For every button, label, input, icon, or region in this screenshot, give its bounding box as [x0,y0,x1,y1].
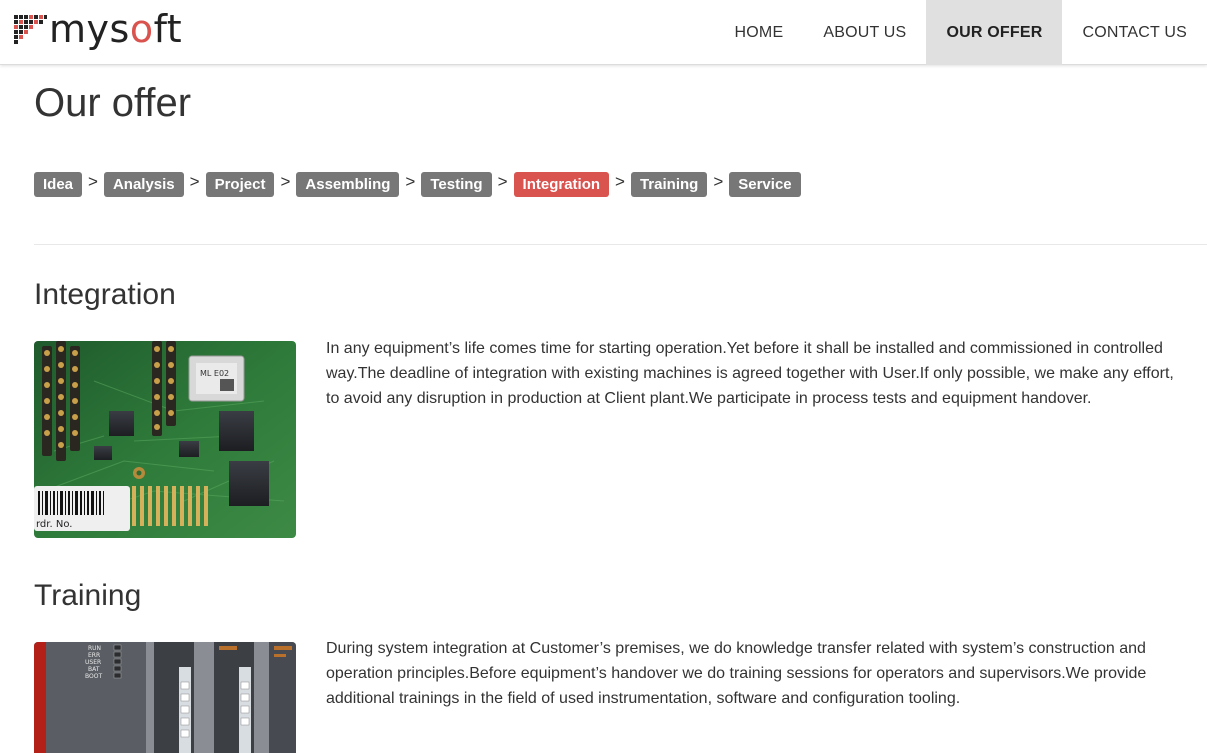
navbar: mysoft HOME ABOUT US OUR OFFER CONTACT U… [0,0,1207,65]
led-label-err: ERR [88,652,100,659]
led-label-bat: BAT [88,666,100,673]
nav-about-us[interactable]: ABOUT US [803,0,926,65]
step-integration[interactable]: Integration [513,172,610,197]
image-label: rdr. No. [36,519,72,530]
brand-logo-link[interactable]: mysoft [14,9,182,51]
brand-name: mysoft [49,9,182,49]
brand-name-prefix: mys [49,7,130,51]
section-title-integration: Integration [34,278,176,311]
step-testing[interactable]: Testing [421,172,492,197]
brand-name-accent: o [129,7,154,51]
section-text-integration: In any equipment’s life comes time for s… [326,340,1174,407]
step-separator: > [405,172,416,191]
page-title: Our offer [34,81,192,125]
nav-our-offer[interactable]: OUR OFFER [926,0,1063,65]
brand-name-suffix: ft [153,7,183,51]
circuit-board-image: ML E02 rdr. No. [34,341,296,538]
led-label-run: RUN [88,645,101,652]
step-separator: > [615,172,625,191]
step-service[interactable]: Service [729,172,801,197]
section-title-training: Training [34,579,142,612]
step-analysis[interactable]: Analysis [103,172,184,197]
process-steps: Idea > Analysis > Project > Assembling >… [34,172,801,197]
section-text-training: During system integration at Customer’s … [326,640,1147,707]
nav-home[interactable]: HOME [715,0,804,65]
step-separator: > [497,172,508,191]
step-separator: > [88,172,98,191]
led-label-user: USER [85,659,101,666]
plc-controller-image: RUN ERR USER BAT BOOT [34,642,296,753]
main-nav: HOME ABOUT US OUR OFFER CONTACT US [715,0,1207,65]
divider [34,244,1207,245]
step-assembling[interactable]: Assembling [296,172,400,197]
svg-text:ML E02: ML E02 [200,369,229,378]
step-separator: > [189,172,200,191]
step-separator: > [280,172,291,191]
step-training[interactable]: Training [630,172,708,197]
logo-icon [14,14,48,48]
nav-contact-us[interactable]: CONTACT US [1062,0,1207,65]
step-project[interactable]: Project [205,172,275,197]
led-label-boot: BOOT [85,673,102,680]
step-idea[interactable]: Idea [34,172,83,197]
step-separator: > [713,172,724,191]
